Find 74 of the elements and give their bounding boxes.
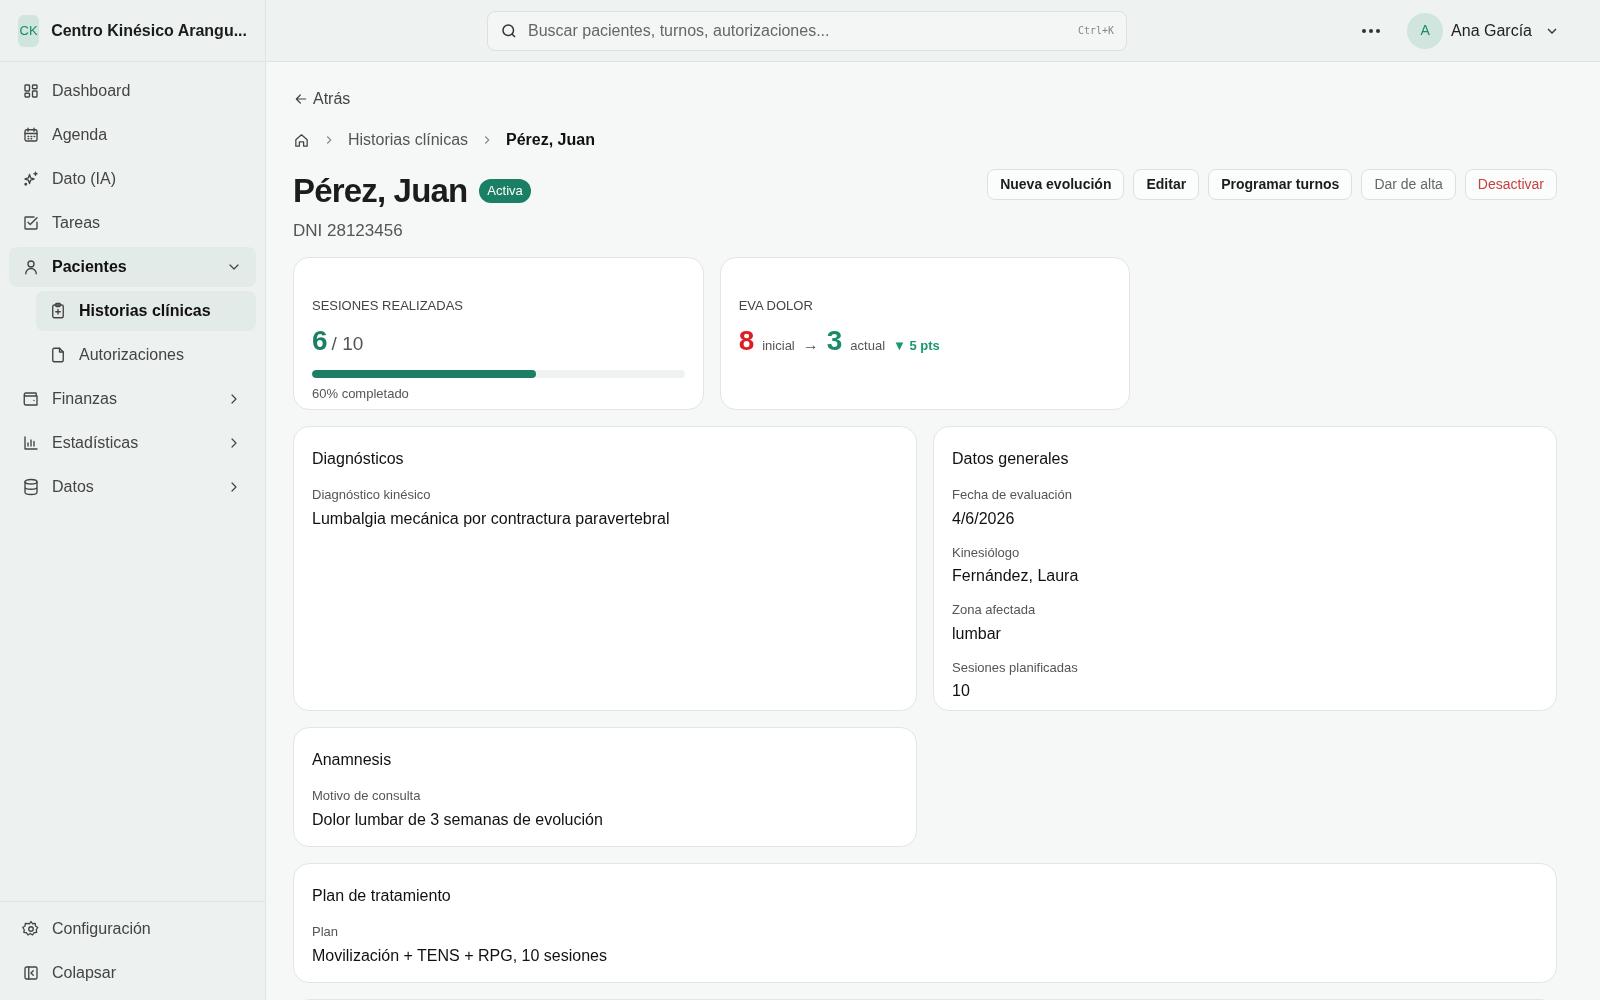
action-button[interactable]: Dar de alta: [1361, 169, 1456, 200]
field-label: Motivo de consulta: [312, 787, 422, 805]
field-label: Zona afectada: [952, 601, 1037, 619]
logo: CK: [18, 14, 40, 47]
gear-icon: [22, 920, 40, 938]
field-value: lumbar: [952, 623, 1002, 644]
card-label: EVA DOLOR: [738, 297, 814, 315]
field-value: Dolor lumbar de 3 semanas de evolución: [312, 809, 604, 830]
field-label: Fecha de evaluación: [952, 486, 1073, 504]
sidebar-collapse-icon: [22, 964, 40, 982]
sessions-done: 6: [312, 323, 328, 358]
field-label: Sesiones planificadas: [952, 658, 1079, 677]
card-label: SESIONES REALIZADAS: [312, 297, 464, 315]
field-value: Movilización + TENS + RPG, 10 sesiones: [312, 945, 608, 966]
nav-item[interactable]: Finanzas: [9, 379, 256, 419]
checkbox-icon: [22, 214, 40, 232]
field-value: 4/6/2026: [952, 508, 1016, 529]
bar-chart-icon: [22, 434, 40, 452]
card-title: Anamnesis: [312, 750, 393, 770]
action-button[interactable]: Nueva evolución: [987, 169, 1125, 200]
document-icon: [49, 346, 67, 364]
shortcut-hint: Ctrl+K: [1077, 23, 1114, 38]
field-label: Kinesiólogo: [952, 543, 1021, 562]
nav-item[interactable]: Dato (IA): [9, 159, 256, 199]
more-icon[interactable]: [1361, 27, 1382, 34]
action-button[interactable]: Desactivar: [1464, 169, 1557, 200]
nav-item[interactable]: Configuración: [9, 909, 256, 949]
wallet-icon: [22, 390, 40, 408]
nav-item[interactable]: Pacientes: [9, 247, 256, 287]
field-label: Plan: [312, 923, 340, 941]
arrow-glyph: →: [802, 334, 819, 355]
user-menu[interactable]: A Ana García: [1407, 12, 1560, 49]
current-score: 3: [826, 323, 843, 358]
breadcrumb-current: Pérez, Juan: [506, 130, 595, 150]
patient-id: DNI 28123456: [293, 219, 404, 242]
patient-name: Pérez, Juan: [293, 171, 468, 211]
score-label: actual: [850, 336, 886, 355]
nav-item[interactable]: Dashboard: [9, 71, 256, 111]
status-badge: Activa: [479, 179, 531, 203]
card-title: Plan de tratamiento: [312, 886, 452, 906]
field-value: Fernández, Laura: [952, 566, 1080, 586]
breadcrumb-link[interactable]: Historias clínicas: [348, 128, 469, 152]
nav-item[interactable]: Datos: [9, 467, 256, 507]
search-icon: [500, 21, 518, 40]
back-link[interactable]: Atrás: [293, 87, 351, 111]
card-title: Datos generales: [952, 449, 1070, 469]
initial-score: 8: [738, 323, 755, 358]
sparkles-icon: [22, 170, 40, 188]
grid-icon: [22, 82, 40, 100]
avatar: A: [1407, 12, 1444, 49]
nav-item[interactable]: Agenda: [9, 115, 256, 155]
nav-item[interactable]: Tareas: [9, 203, 256, 243]
action-button[interactable]: Programar turnos: [1208, 169, 1353, 200]
nav-subitem[interactable]: Autorizaciones: [36, 335, 256, 375]
nav-subitem[interactable]: Historias clínicas: [36, 291, 256, 331]
clipboard-plus-icon: [49, 302, 67, 320]
nav-item[interactable]: Estadísticas: [9, 423, 256, 463]
sessions-total: / 10: [331, 331, 364, 356]
field-value: Lumbalgia mecánica por contractura paravertebral: [312, 508, 671, 529]
user-icon: [22, 258, 40, 276]
score-change: ▼ 5 pts: [893, 336, 940, 355]
app-name: Centro Kinésico Arangu...: [51, 20, 247, 41]
score-label: inicial: [762, 336, 795, 355]
database-icon: [22, 478, 40, 496]
nav-item[interactable]: Colapsar: [9, 953, 256, 993]
calendar-icon: [22, 126, 40, 144]
arrow-left-icon: [293, 91, 309, 107]
card-title: Diagnósticos: [312, 449, 405, 469]
progress-caption: 60% completado: [312, 384, 410, 403]
field-label: Diagnóstico kinésico: [312, 486, 432, 504]
field-value: 10: [952, 681, 971, 701]
user-name: Ana García: [1451, 20, 1532, 41]
action-button[interactable]: Editar: [1133, 169, 1200, 200]
home-icon[interactable]: [293, 131, 310, 149]
